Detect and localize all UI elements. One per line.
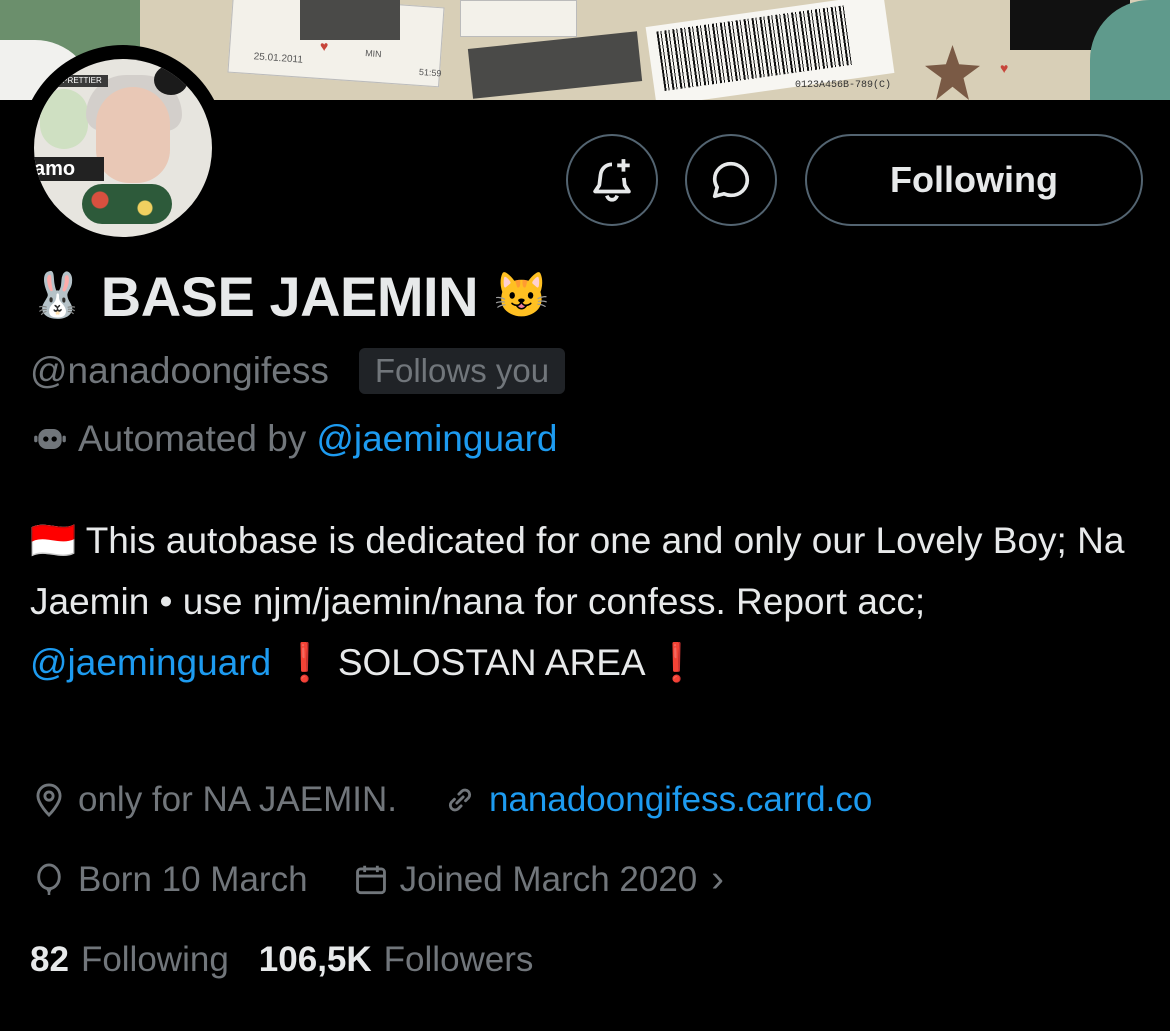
location-pin-icon (36, 783, 62, 818)
birthday-text: Born 10 March (78, 859, 308, 899)
banner-star-sticker (925, 45, 980, 100)
balloon-icon (37, 863, 61, 895)
profile-meta-row-1: only for NA JAEMIN. nanadoongifess.carrd… (30, 780, 916, 820)
bio-mention-link[interactable]: @jaeminguard (30, 642, 271, 683)
joined-text: Joined March 2020 (399, 859, 698, 899)
following-label[interactable]: Following (81, 940, 229, 980)
bell-plus-icon (593, 159, 631, 202)
banner-heart-icon: ♥ (320, 38, 329, 54)
bio-text-part1: This autobase is dedicated for one and o… (30, 520, 1125, 622)
avatar-cat-sticker (154, 65, 188, 95)
username-handle: @nanadoongifess (30, 350, 329, 391)
automated-by-link[interactable]: @jaeminguard (316, 418, 557, 460)
joined-item[interactable]: Joined March 2020 › (352, 858, 724, 901)
avatar-word: amo (34, 157, 104, 181)
message-button[interactable] (685, 134, 777, 226)
following-count[interactable]: 82 (30, 940, 69, 980)
bio-text-part2: SOLOSTAN AREA (337, 642, 644, 683)
avatar-tag: PRETTIER (56, 75, 108, 87)
cat-emoji-icon: 😺 (494, 271, 549, 320)
display-name: BASE JAEMIN (100, 264, 479, 328)
avatar[interactable]: PRETTIER amo (34, 59, 212, 237)
display-name-row: 🐰 BASE JAEMIN 😺 (30, 258, 549, 334)
profile-bio: 🇮🇩 This autobase is dedicated for one an… (30, 510, 1140, 693)
flag-icon: 🇮🇩 (30, 520, 77, 561)
avatar-flowers (82, 184, 172, 224)
profile-stats: 82 Following 106,5K Followers (30, 940, 563, 980)
banner-heart-icon: ♥ (1000, 60, 1009, 76)
location-text: only for NA JAEMIN. (78, 780, 397, 819)
automated-label-row: Automated by @jaeminguard (30, 418, 558, 460)
robot-icon (34, 429, 66, 449)
avatar-frame: PRETTIER amo (20, 45, 226, 251)
message-bubble-icon (712, 161, 750, 199)
notify-button[interactable] (566, 134, 658, 226)
followers-label[interactable]: Followers (384, 940, 534, 980)
avatar-face (96, 87, 170, 183)
avatar-sticker (40, 89, 88, 149)
chevron-right-icon: › (711, 858, 724, 900)
banner-note-card (460, 0, 577, 37)
automated-prefix: Automated by (78, 418, 307, 459)
profile-meta-row-2: Born 10 March Joined March 2020 › (30, 858, 768, 901)
followers-count[interactable]: 106,5K (259, 940, 372, 980)
link-icon (448, 788, 472, 812)
banner-photo-strip (300, 0, 400, 40)
banner-min: MIN (364, 48, 382, 60)
location-item: only for NA JAEMIN. (30, 780, 397, 820)
follows-you-badge: Follows you (358, 348, 566, 394)
rabbit-emoji-icon: 🐰 (30, 271, 85, 320)
banner-dark-paper (467, 31, 643, 99)
calendar-icon (355, 865, 386, 894)
handle-row: @nanadoongifess Follows you (30, 348, 566, 394)
website-link[interactable]: nanadoongifess.carrd.co (489, 780, 872, 820)
banner-date: 25.01.2011 (253, 51, 304, 66)
exclamation-icon: ❗ (281, 642, 328, 683)
exclamation-icon: ❗ (653, 642, 700, 683)
banner-time: 51:59 (418, 66, 442, 79)
website-item[interactable]: nanadoongifess.carrd.co (441, 780, 872, 820)
following-button[interactable]: Following (805, 134, 1143, 226)
birthday-item: Born 10 March (30, 860, 308, 900)
banner-barcode-label: 0123A456B-789(C) (795, 80, 892, 91)
